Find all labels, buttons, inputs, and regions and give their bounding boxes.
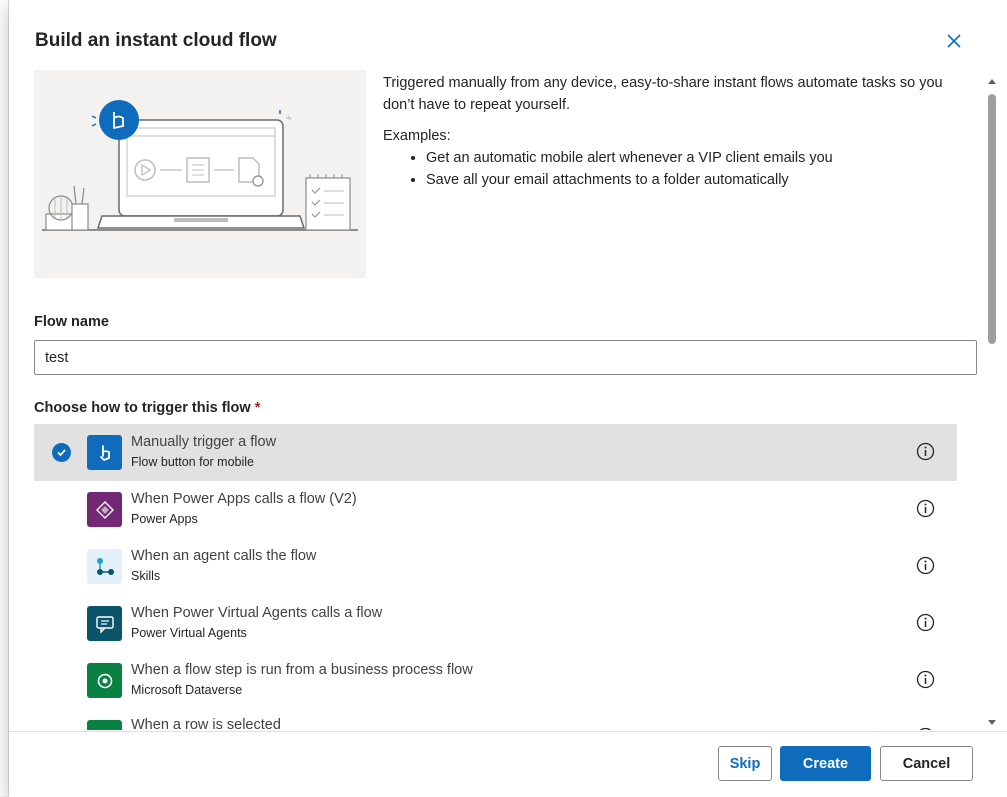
trigger-list: Manually trigger a flow Flow button for … [34,424,957,730]
trigger-subtitle: Flow button for mobile [131,455,254,469]
info-icon [919,727,932,730]
build-flow-dialog: Build an instant cloud flow Triggered ma… [9,0,1007,797]
scroll-thumb[interactable] [988,94,996,344]
close-button[interactable] [943,30,965,52]
power-virtual-agents-icon [87,606,122,641]
hero-illustration [34,70,366,278]
skip-button[interactable]: Skip [718,746,772,781]
dataverse-icon [87,663,122,698]
trigger-subtitle: Microsoft Dataverse [131,683,243,697]
trigger-title: When a flow step is run from a business … [131,662,473,678]
trigger-title: When Power Virtual Agents calls a flow [131,605,383,621]
trigger-subtitle: Power Virtual Agents [131,626,247,640]
dialog-content: Triggered manually from any device, easy… [9,70,1007,730]
examples-label: Examples: [383,128,451,144]
info-icon [916,613,935,632]
flow-name-input[interactable] [34,340,977,375]
trigger-title: Manually trigger a flow [131,434,277,450]
flow-name-label: Flow name [34,314,109,330]
example-item: Save all your email attachments to a fol… [426,169,958,191]
close-icon [947,34,961,48]
trigger-label: Choose how to trigger this flow * [34,400,260,416]
pointer-hand-icon [87,435,122,470]
selected-check-icon [52,443,71,462]
example-item: Get an automatic mobile alert whenever a… [426,147,958,169]
trigger-option-power-apps[interactable]: When Power Apps calls a flow (V2) Power … [34,481,957,538]
info-button[interactable] [916,556,935,575]
info-button[interactable] [916,499,935,518]
examples-list: Get an automatic mobile alert whenever a… [383,147,958,191]
info-icon [916,442,935,461]
info-button[interactable] [916,727,935,730]
trigger-option-business-process-flow[interactable]: When a flow step is run from a business … [34,652,957,709]
background-left-nav [0,0,9,796]
skills-icon [87,549,122,584]
trigger-option-agent[interactable]: When an agent calls the flow Skills [34,538,957,595]
dialog-footer: Skip Create Cancel [9,731,1007,797]
trigger-label-text: Choose how to trigger this flow [34,400,251,416]
info-icon [916,670,935,689]
trigger-title: When a row is selected [131,717,281,730]
info-button[interactable] [916,442,935,461]
trigger-option-row-selected[interactable]: When a row is selected [34,709,957,730]
trigger-title: When an agent calls the flow [131,548,317,564]
scroll-down-arrow-icon[interactable] [987,714,997,725]
trigger-title: When Power Apps calls a flow (V2) [131,491,357,507]
dataverse-icon [87,720,122,730]
scroll-up-arrow-icon[interactable] [987,74,997,84]
trigger-subtitle: Power Apps [131,512,198,526]
laptop-illustration-icon [42,100,358,231]
dialog-description: Triggered manually from any device, easy… [383,72,958,191]
dialog-title: Build an instant cloud flow [35,30,277,51]
trigger-subtitle: Skills [131,569,161,583]
info-icon [916,556,935,575]
info-button[interactable] [916,613,935,632]
create-button[interactable]: Create [780,746,871,781]
trigger-option-manually[interactable]: Manually trigger a flow Flow button for … [34,424,957,481]
power-apps-icon [87,492,122,527]
vertical-scrollbar[interactable] [985,70,999,730]
info-icon [916,499,935,518]
description-text: Triggered manually from any device, easy… [383,75,943,113]
trigger-option-power-virtual-agents[interactable]: When Power Virtual Agents calls a flow P… [34,595,957,652]
info-button[interactable] [916,670,935,689]
cancel-button[interactable]: Cancel [880,746,973,781]
required-marker: * [254,400,261,416]
